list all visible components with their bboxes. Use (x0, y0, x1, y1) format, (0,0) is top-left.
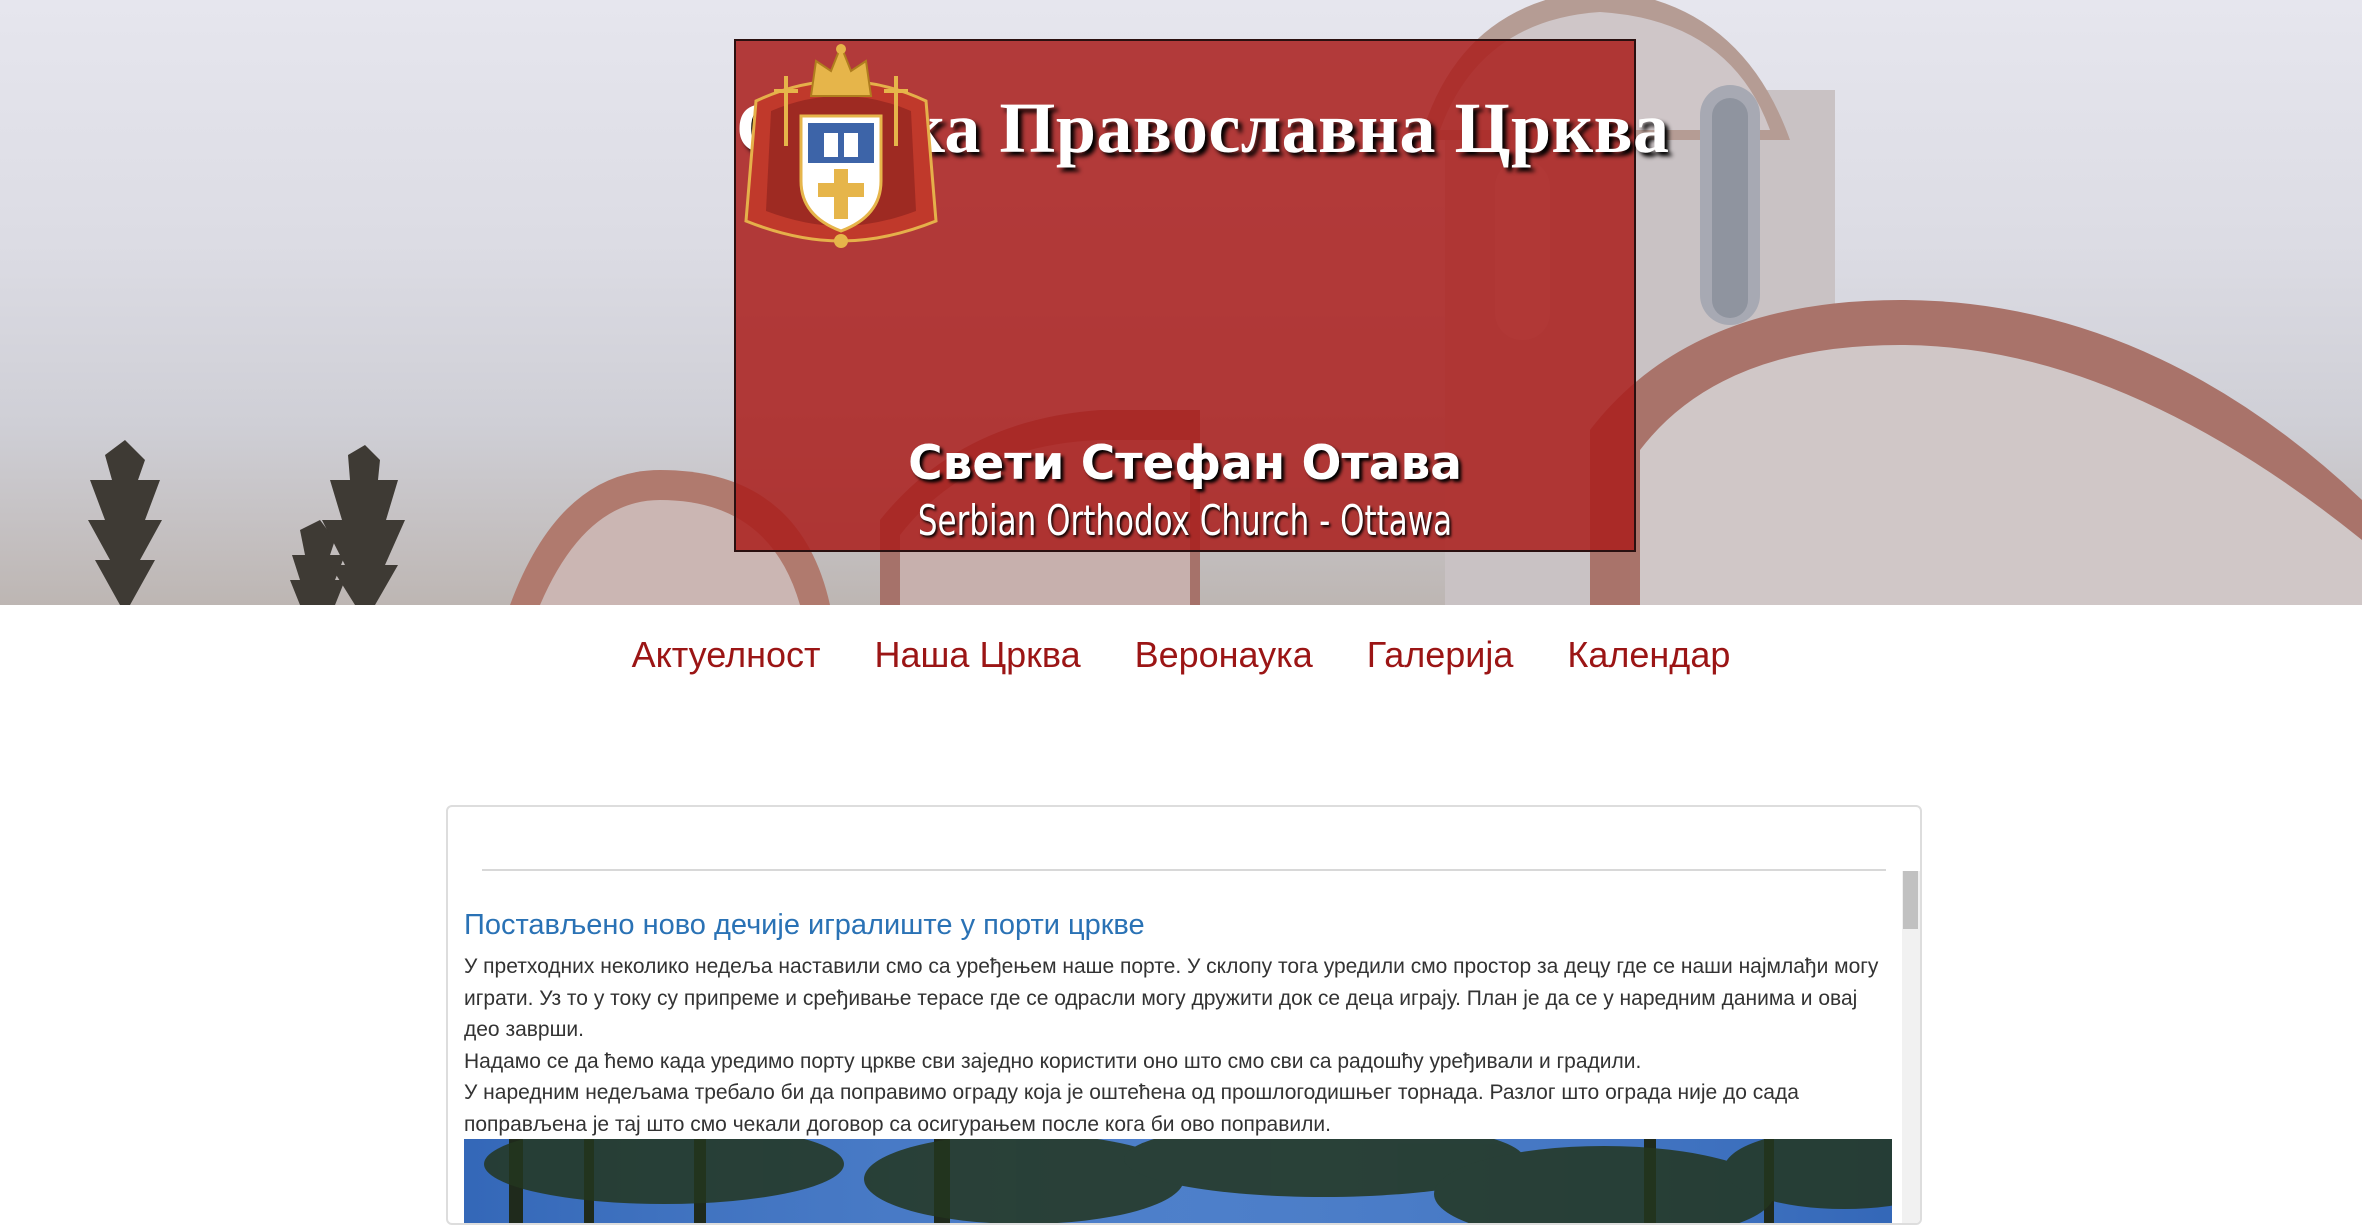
parish-name: Свети Стефан Отава (908, 436, 1462, 491)
nav-link-gallery[interactable]: Галерија (1367, 634, 1514, 676)
nav-link-news[interactable]: Актуелност (632, 634, 821, 676)
main-navigation: Актуелност Наша Црква Веронаука Галерија… (0, 605, 2362, 705)
title-box: Српска Православна Црква Свети Стефан От… (734, 39, 1669, 552)
nav-link-religious-education[interactable]: Веронаука (1135, 634, 1313, 676)
coat-of-arms-icon (744, 43, 938, 248)
playground-photo (464, 1139, 1892, 1223)
nav-link-calendar[interactable]: Календар (1567, 634, 1730, 676)
parish-name-english: Serbian Orthodox Church - Ottawa (917, 496, 1453, 545)
post-title-link[interactable]: Постављено ново дечије игралиште у порти… (464, 909, 1145, 942)
news-scroll-area[interactable]: Постављено ново дечије игралиште у порти… (464, 871, 1920, 1223)
hero-banner: Српска Православна Црква Свети Стефан От… (0, 0, 2362, 605)
post-paragraph: У наредним недељама требало би да поправ… (464, 1081, 1799, 1136)
post-paragraph: У претходних неколико недеља наставили с… (464, 955, 1879, 1041)
post-paragraph: Надамо се да ћемо када уредимо порту црк… (464, 1049, 1642, 1073)
post-body: У претходних неколико недеља наставили с… (464, 951, 1884, 1140)
news-panel: Постављено ново дечије игралиште у порти… (446, 805, 1922, 1225)
nav-link-our-church[interactable]: Наша Црква (875, 634, 1081, 676)
post-photo (464, 1139, 1892, 1223)
scrollbar-thumb[interactable] (1903, 871, 1918, 929)
